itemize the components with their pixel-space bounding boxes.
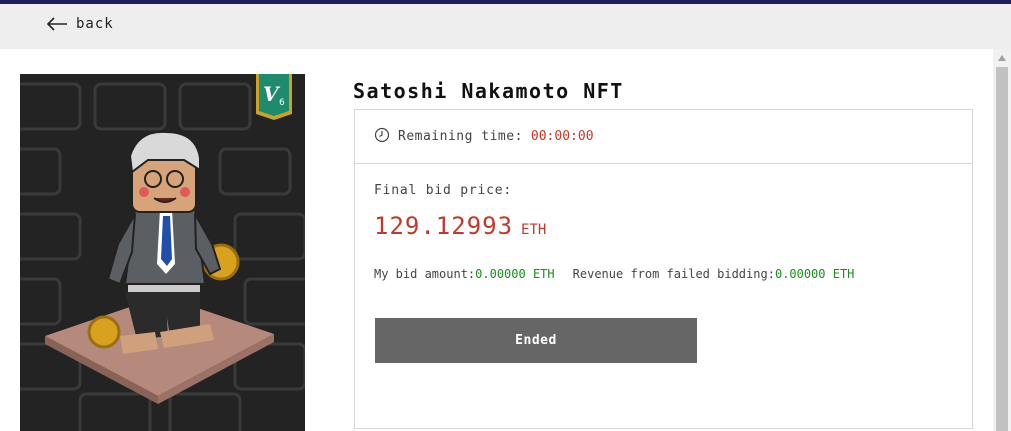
main-content: V 6 Satoshi Nakamoto NFT Remaining time:…: [0, 49, 993, 431]
header-bar: back: [0, 4, 1011, 49]
remaining-time-label: Remaining time:: [398, 129, 523, 144]
vertical-scrollbar[interactable]: [993, 49, 1011, 431]
bid-amounts-row: My bid amount:0.00000 ETH Revenue from f…: [374, 267, 854, 281]
nft-title: Satoshi Nakamoto NFT: [353, 79, 624, 103]
final-bid-unit: ETH: [521, 222, 547, 238]
back-label: back: [76, 16, 114, 32]
final-bid-row: 129.12993 ETH: [374, 212, 546, 240]
clock-icon: [374, 127, 390, 147]
ended-button[interactable]: Ended: [375, 318, 697, 363]
revenue-label: Revenue from failed bidding:: [572, 267, 775, 281]
back-link[interactable]: back: [46, 16, 114, 32]
final-bid-label: Final bid price:: [374, 183, 513, 198]
remaining-time-row: Remaining time: 00:00:00: [355, 110, 972, 164]
scrollbar-thumb[interactable]: [996, 67, 1008, 431]
my-bid: My bid amount:0.00000 ETH: [374, 267, 555, 281]
auction-panel: Remaining time: 00:00:00 Final bid price…: [354, 109, 973, 429]
nft-image: V 6: [20, 74, 305, 431]
badge-number: 6: [279, 98, 285, 108]
scroll-up-icon[interactable]: [998, 55, 1006, 61]
my-bid-value: 0.00000 ETH: [475, 267, 555, 281]
my-bid-label: My bid amount:: [374, 267, 476, 281]
final-bid-value: 129.12993: [374, 212, 514, 240]
arrow-left-icon: [46, 17, 68, 31]
revenue-value: 0.00000 ETH: [774, 267, 855, 281]
revenue: Revenue from failed bidding:0.00000 ETH: [573, 267, 855, 281]
remaining-time-value: 00:00:00: [530, 129, 594, 144]
